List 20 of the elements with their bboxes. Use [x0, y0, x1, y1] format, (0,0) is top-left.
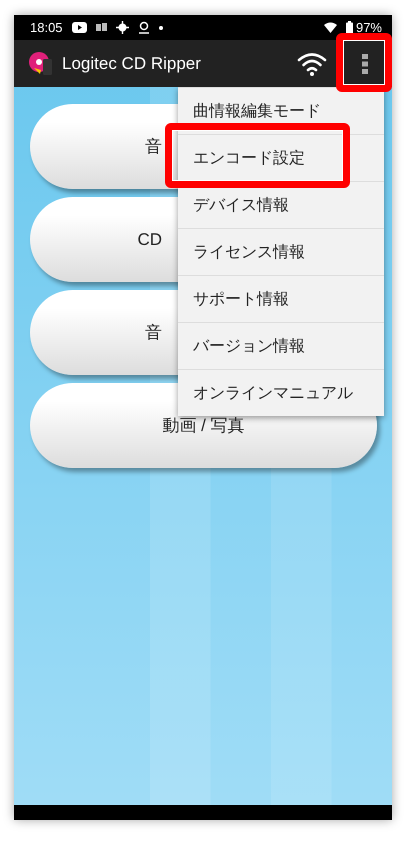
more-options-icon — [362, 54, 368, 74]
cd-app-logo-icon — [28, 50, 54, 76]
location-icon — [138, 21, 150, 34]
menu-item[interactable]: サポート情報 — [193, 288, 289, 310]
app-title: Logitec CD Ripper — [62, 54, 202, 74]
menu-item[interactable]: バージョン情報 — [193, 336, 305, 356]
menu-item[interactable]: デバイス情報 — [193, 194, 289, 216]
video-icon — [72, 22, 87, 33]
battery-percentage: 97% — [356, 20, 382, 35]
wifi-signal-icon — [324, 22, 337, 33]
menu-item[interactable]: 曲情報編集モード — [193, 100, 321, 122]
crosshair-icon — [116, 21, 129, 34]
menu-item[interactable]: ライセンス情報 — [193, 242, 305, 262]
menu-item[interactable]: オンラインマニュアル — [193, 382, 353, 404]
dot-icon — [158, 26, 163, 30]
notification-icon — [96, 23, 107, 32]
battery-icon — [346, 21, 353, 34]
wifi-icon[interactable] — [297, 50, 327, 76]
menu-item[interactable]: エンコード設定 — [193, 148, 305, 168]
status-time: 18:05 — [30, 20, 63, 35]
